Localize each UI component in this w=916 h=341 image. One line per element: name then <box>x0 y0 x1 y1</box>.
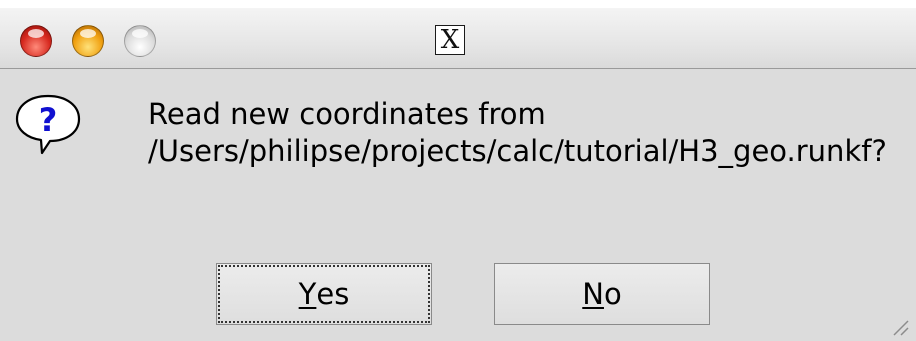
question-bubble-icon: ? <box>15 94 81 155</box>
no-mnemonic: N <box>582 277 604 311</box>
title-bar[interactable]: X <box>0 8 916 69</box>
yes-label-rest: es <box>316 277 350 311</box>
dialog-window: X ? Read new coordinates from /Users/phi… <box>0 8 916 341</box>
close-window-button[interactable] <box>20 25 52 57</box>
question-mark-glyph: ? <box>39 101 58 139</box>
dialog-body: ? Read new coordinates from /Users/phili… <box>0 69 916 341</box>
yes-button[interactable]: Yes <box>216 263 432 325</box>
zoom-window-button[interactable] <box>124 25 156 57</box>
no-button[interactable]: No <box>494 263 710 325</box>
no-label-rest: o <box>603 277 622 311</box>
resize-grip-icon[interactable] <box>888 315 910 337</box>
dialog-message: Read new coordinates from /Users/philips… <box>148 97 887 168</box>
x11-logo-icon: X <box>435 25 465 55</box>
yes-mnemonic: Y <box>298 277 317 311</box>
minimize-window-button[interactable] <box>72 25 104 57</box>
